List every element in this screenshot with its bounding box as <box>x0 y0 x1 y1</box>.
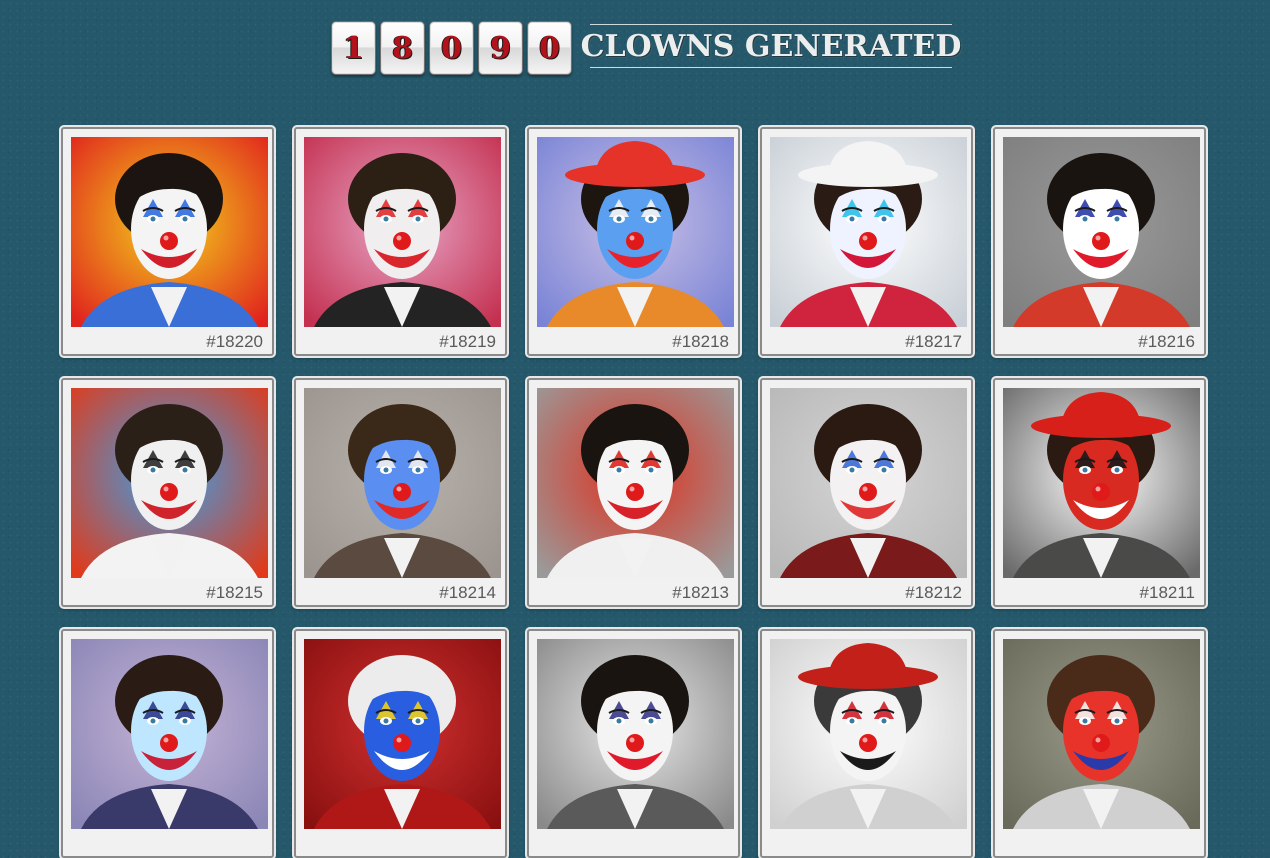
clown-portrait-image[interactable] <box>1003 388 1200 578</box>
clown-gallery: #18220 #18219 #18218 #18217 #18216 #18215 #182… <box>0 0 1270 858</box>
clown-portrait-image[interactable] <box>304 137 501 327</box>
clown-number: #18218 <box>672 332 729 351</box>
clown-card[interactable]: #18217 <box>760 127 973 356</box>
clown-card[interactable]: #18211 <box>993 378 1206 607</box>
clown-card[interactable] <box>294 629 507 858</box>
clown-number: #18215 <box>206 583 263 602</box>
clown-number: #18211 <box>1139 583 1195 602</box>
clown-number: #18219 <box>439 332 496 351</box>
clown-portrait-image[interactable] <box>770 137 967 327</box>
clown-card[interactable]: #18213 <box>527 378 740 607</box>
clown-portrait-image[interactable] <box>770 388 967 578</box>
clown-number: #18216 <box>1138 332 1195 351</box>
clown-portrait-image[interactable] <box>537 388 734 578</box>
clown-card[interactable]: #18216 <box>993 127 1206 356</box>
clown-card[interactable] <box>527 629 740 858</box>
clown-card[interactable]: #18215 <box>61 378 274 607</box>
clown-card[interactable] <box>993 629 1206 858</box>
clown-portrait-image[interactable] <box>71 388 268 578</box>
clown-card[interactable]: #18219 <box>294 127 507 356</box>
clown-portrait-image[interactable] <box>1003 137 1200 327</box>
clown-number: #18213 <box>672 583 729 602</box>
clown-portrait-image[interactable] <box>71 137 268 327</box>
clown-number: #18212 <box>905 583 962 602</box>
clown-card[interactable]: #18212 <box>760 378 973 607</box>
clown-portrait-image[interactable] <box>1003 639 1200 829</box>
clown-card[interactable] <box>61 629 274 858</box>
clown-number: #18217 <box>905 332 962 351</box>
clown-card[interactable]: #18220 <box>61 127 274 356</box>
clown-number: #18214 <box>439 583 496 602</box>
clown-portrait-image[interactable] <box>71 639 268 829</box>
clown-portrait-image[interactable] <box>304 388 501 578</box>
clown-portrait-image[interactable] <box>537 639 734 829</box>
clown-portrait-image[interactable] <box>770 639 967 829</box>
clown-portrait-image[interactable] <box>537 137 734 327</box>
clown-card[interactable]: #18218 <box>527 127 740 356</box>
clown-card[interactable] <box>760 629 973 858</box>
clown-portrait-image[interactable] <box>304 639 501 829</box>
clown-card[interactable]: #18214 <box>294 378 507 607</box>
clown-number: #18220 <box>206 332 263 351</box>
